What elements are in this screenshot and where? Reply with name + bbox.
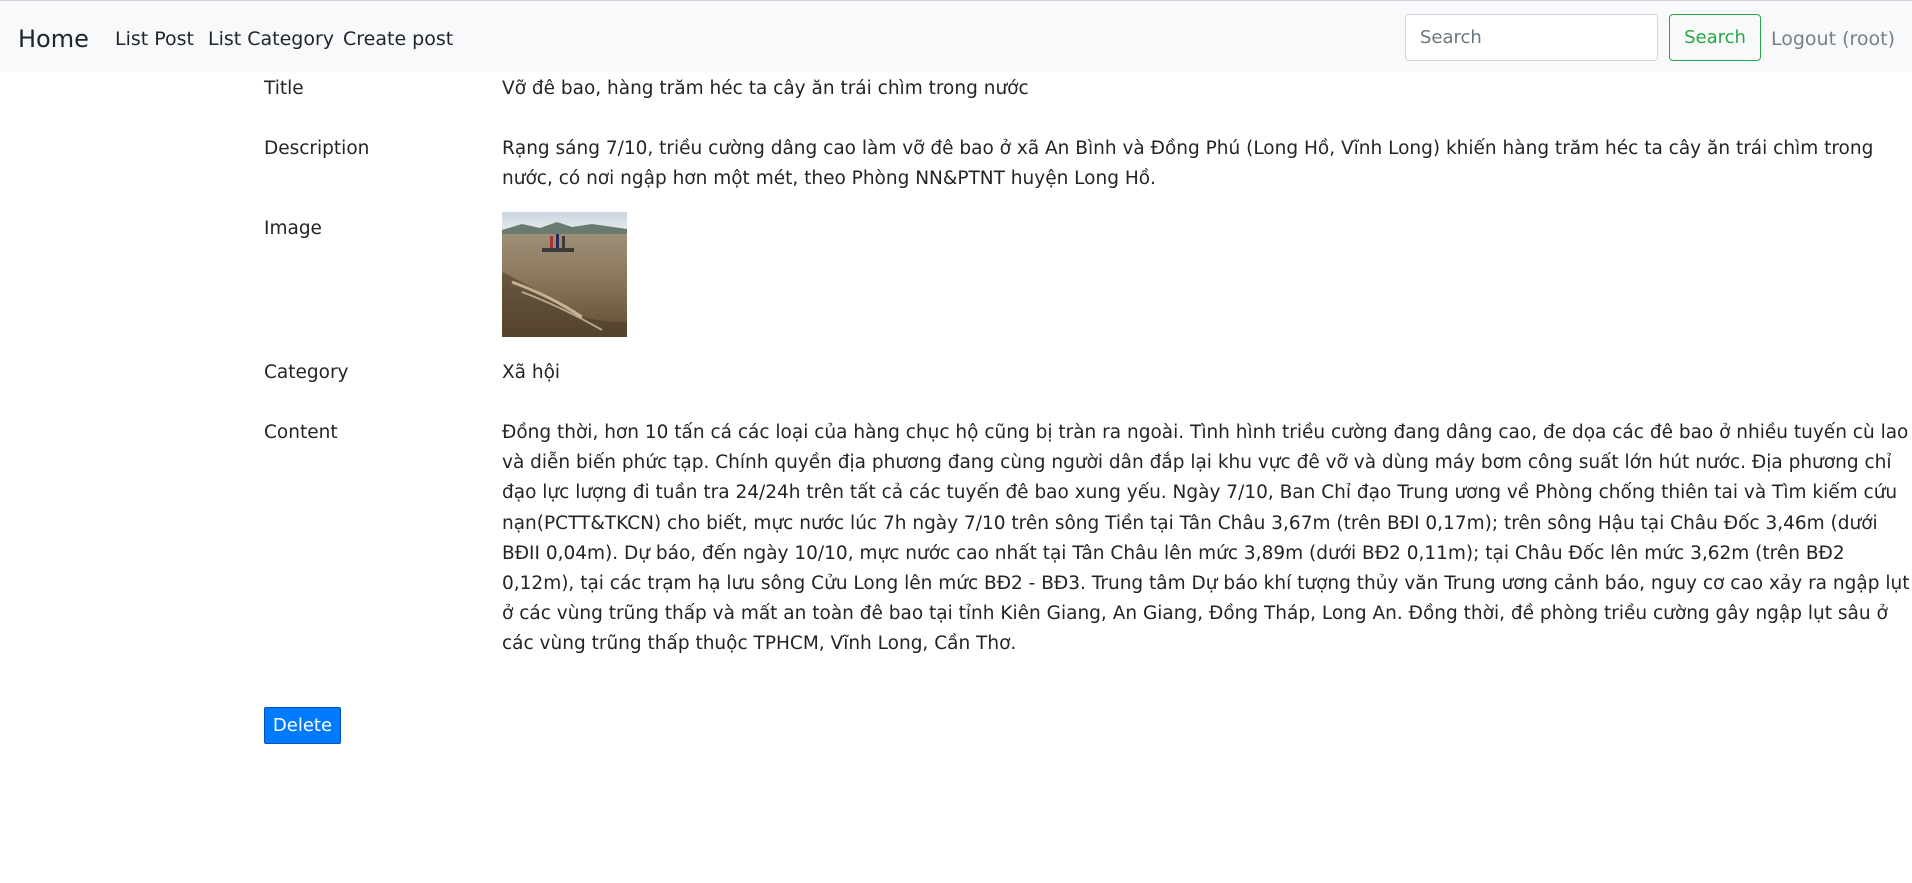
search-input[interactable]	[1405, 14, 1658, 61]
description-label: Description	[264, 138, 370, 159]
logout-link[interactable]: Logout (root)	[1771, 26, 1895, 52]
post-image	[502, 212, 627, 337]
brand-home-link[interactable]: Home	[18, 24, 89, 54]
image-label: Image	[264, 218, 322, 239]
nav-link-list-category[interactable]: List Category	[208, 26, 334, 52]
post-title: Vỡ đê bao, hàng trăm héc ta cây ăn trái …	[502, 78, 1029, 99]
title-label: Title	[264, 78, 304, 99]
navbar: Home List Post List Category Create post…	[0, 1, 1912, 72]
nav-link-create-post[interactable]: Create post	[343, 26, 453, 52]
nav-link-list-post[interactable]: List Post	[115, 26, 194, 52]
post-category: Xã hội	[502, 362, 561, 383]
post-description: Rạng sáng 7/10, triều cường dâng cao làm…	[502, 138, 1874, 190]
category-label: Category	[264, 362, 349, 383]
content-label: Content	[264, 422, 338, 443]
flood-photo-image	[502, 212, 627, 337]
search-button[interactable]: Search	[1669, 14, 1761, 61]
delete-button[interactable]: Delete	[264, 707, 341, 744]
post-content: Đồng thời, hơn 10 tấn cá các loại của hà…	[502, 422, 1910, 655]
